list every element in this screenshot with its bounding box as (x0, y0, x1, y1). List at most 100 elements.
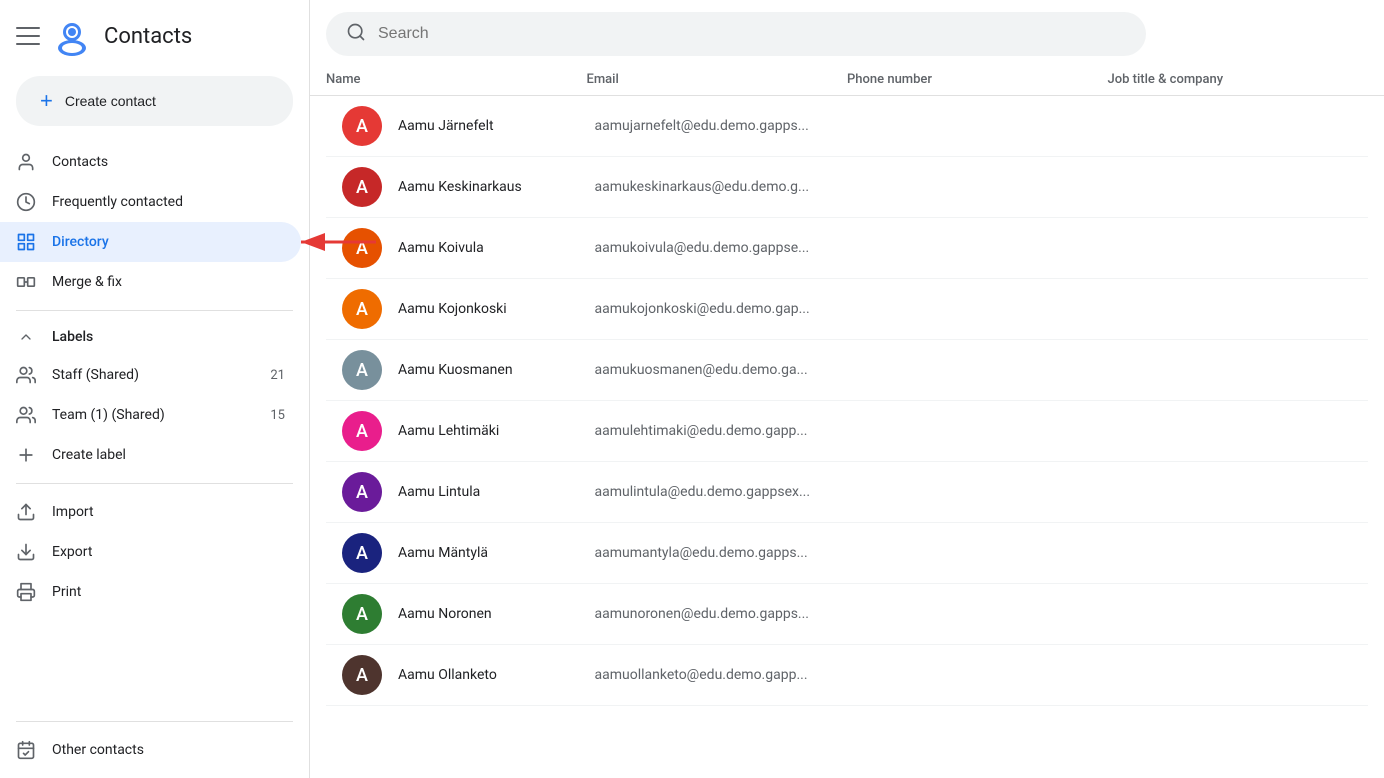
contact-name: Aamu Lintula (398, 484, 480, 500)
history-icon (16, 192, 36, 212)
nav-item-export[interactable]: Export (0, 532, 301, 572)
avatar: A (342, 350, 382, 390)
contact-email: aamuollanketo@edu.demo.gapp... (595, 667, 848, 683)
contact-email: aamukeskinarkaus@edu.demo.g... (595, 179, 848, 195)
avatar: A (342, 289, 382, 329)
contacts-table: A Aamu Järnefelt aamujarnefelt@edu.demo.… (310, 96, 1384, 778)
table-row[interactable]: A Aamu Lehtimäki aamulehtimaki@edu.demo.… (326, 401, 1368, 462)
team1-shared-count: 15 (270, 408, 285, 423)
create-contact-button[interactable]: + Create contact (16, 76, 293, 126)
table-row[interactable]: A Aamu Mäntylä aamumantyla@edu.demo.gapp… (326, 523, 1368, 584)
nav-item-other-contacts[interactable]: Other contacts (0, 730, 301, 770)
upload-icon (16, 502, 36, 522)
grid-icon (16, 232, 36, 252)
nav-item-print[interactable]: Print (0, 572, 301, 612)
labels-header-text: Labels (52, 329, 93, 345)
table-row[interactable]: A Aamu Järnefelt aamujarnefelt@edu.demo.… (326, 96, 1368, 157)
nav-item-staff-shared[interactable]: Staff (Shared) 21 (0, 355, 301, 395)
col-header-phone: Phone number (847, 72, 1108, 87)
avatar: A (342, 472, 382, 512)
sidebar: Contacts + Create contact Contacts Frequ… (0, 0, 310, 778)
nav-contacts-label: Contacts (52, 154, 108, 170)
contact-name: Aamu Keskinarkaus (398, 179, 522, 195)
contact-name-cell: A Aamu Lehtimäki (342, 411, 595, 451)
download-icon (16, 542, 36, 562)
contact-name-cell: A Aamu Lintula (342, 472, 595, 512)
nav-directory-label: Directory (52, 234, 109, 250)
create-label-text: Create label (52, 447, 126, 463)
table-row[interactable]: A Aamu Koivula aamukoivula@edu.demo.gapp… (326, 218, 1368, 279)
search-bar-container (310, 0, 1384, 64)
create-contact-label: Create contact (65, 93, 156, 109)
table-row[interactable]: A Aamu Noronen aamunoronen@edu.demo.gapp… (326, 584, 1368, 645)
contact-name-cell: A Aamu Koivula (342, 228, 595, 268)
contact-name-cell: A Aamu Keskinarkaus (342, 167, 595, 207)
avatar: A (342, 106, 382, 146)
other-contacts-icon (16, 740, 36, 760)
chevron-up-icon (16, 327, 36, 347)
contact-name-cell: A Aamu Kuosmanen (342, 350, 595, 390)
merge-icon (16, 272, 36, 292)
main-content: Name Email Phone number Job title & comp… (310, 0, 1384, 778)
col-header-name: Name (326, 72, 587, 87)
nav-divider-3 (16, 721, 293, 722)
avatar: A (342, 533, 382, 573)
contact-email: aamujarnefelt@edu.demo.gapps... (595, 118, 848, 134)
contact-name: Aamu Kojonkoski (398, 301, 507, 317)
contact-name: Aamu Koivula (398, 240, 484, 256)
search-icon (346, 22, 366, 46)
app-logo-icon (52, 16, 92, 56)
table-header: Name Email Phone number Job title & comp… (310, 64, 1384, 96)
team1-shared-label: Team (1) (Shared) (52, 407, 165, 423)
nav-merge-fix-label: Merge & fix (52, 274, 122, 290)
nav-item-import[interactable]: Import (0, 492, 301, 532)
print-label: Print (52, 584, 81, 600)
contact-email: aamukoivula@edu.demo.gappse... (595, 240, 848, 256)
label-shared-icon (16, 365, 36, 385)
table-row[interactable]: A Aamu Lintula aamulintula@edu.demo.gapp… (326, 462, 1368, 523)
nav-item-create-label[interactable]: Create label (0, 435, 301, 475)
nav-item-team1-shared[interactable]: Team (1) (Shared) 15 (0, 395, 301, 435)
contact-email: aamunoronen@edu.demo.gapps... (595, 606, 848, 622)
contact-name-cell: A Aamu Järnefelt (342, 106, 595, 146)
sidebar-header: Contacts (0, 8, 309, 68)
table-row[interactable]: A Aamu Kuosmanen aamukuosmanen@edu.demo.… (326, 340, 1368, 401)
avatar: A (342, 655, 382, 695)
table-row[interactable]: A Aamu Keskinarkaus aamukeskinarkaus@edu… (326, 157, 1368, 218)
table-row[interactable]: A Aamu Kojonkoski aamukojonkoski@edu.dem… (326, 279, 1368, 340)
contact-name: Aamu Noronen (398, 606, 492, 622)
create-label-plus-icon (16, 445, 36, 465)
contact-name: Aamu Kuosmanen (398, 362, 513, 378)
nav-item-frequently-contacted[interactable]: Frequently contacted (0, 182, 301, 222)
contact-email: aamukuosmanen@edu.demo.ga... (595, 362, 848, 378)
nav-divider-1 (16, 310, 293, 311)
avatar: A (342, 411, 382, 451)
nav-item-directory[interactable]: Directory (0, 222, 301, 262)
contact-name-cell: A Aamu Ollanketo (342, 655, 595, 695)
avatar: A (342, 167, 382, 207)
table-row[interactable]: A Aamu Ollanketo aamuollanketo@edu.demo.… (326, 645, 1368, 706)
person-icon (16, 152, 36, 172)
search-bar (326, 12, 1146, 56)
nav-item-merge-fix[interactable]: Merge & fix (0, 262, 301, 302)
contact-email: aamulehtimaki@edu.demo.gapp... (595, 423, 848, 439)
hamburger-menu-icon[interactable] (16, 24, 40, 48)
col-header-email: Email (587, 72, 848, 87)
sidebar-bottom: Other contacts (0, 713, 309, 770)
contact-name: Aamu Järnefelt (398, 118, 494, 134)
staff-shared-count: 21 (270, 368, 285, 383)
other-contacts-label: Other contacts (52, 742, 144, 758)
contact-name: Aamu Ollanketo (398, 667, 497, 683)
contact-name-cell: A Aamu Mäntylä (342, 533, 595, 573)
contact-email: aamumantyla@edu.demo.gapps... (595, 545, 848, 561)
nav-item-contacts[interactable]: Contacts (0, 142, 301, 182)
staff-shared-label: Staff (Shared) (52, 367, 139, 383)
app-title: Contacts (104, 24, 192, 49)
contact-name: Aamu Lehtimäki (398, 423, 499, 439)
search-input[interactable] (378, 25, 1126, 43)
import-label: Import (52, 504, 94, 520)
labels-section-header[interactable]: Labels (0, 319, 309, 355)
contact-name: Aamu Mäntylä (398, 545, 488, 561)
col-header-job: Job title & company (1108, 72, 1369, 87)
nav-divider-2 (16, 483, 293, 484)
